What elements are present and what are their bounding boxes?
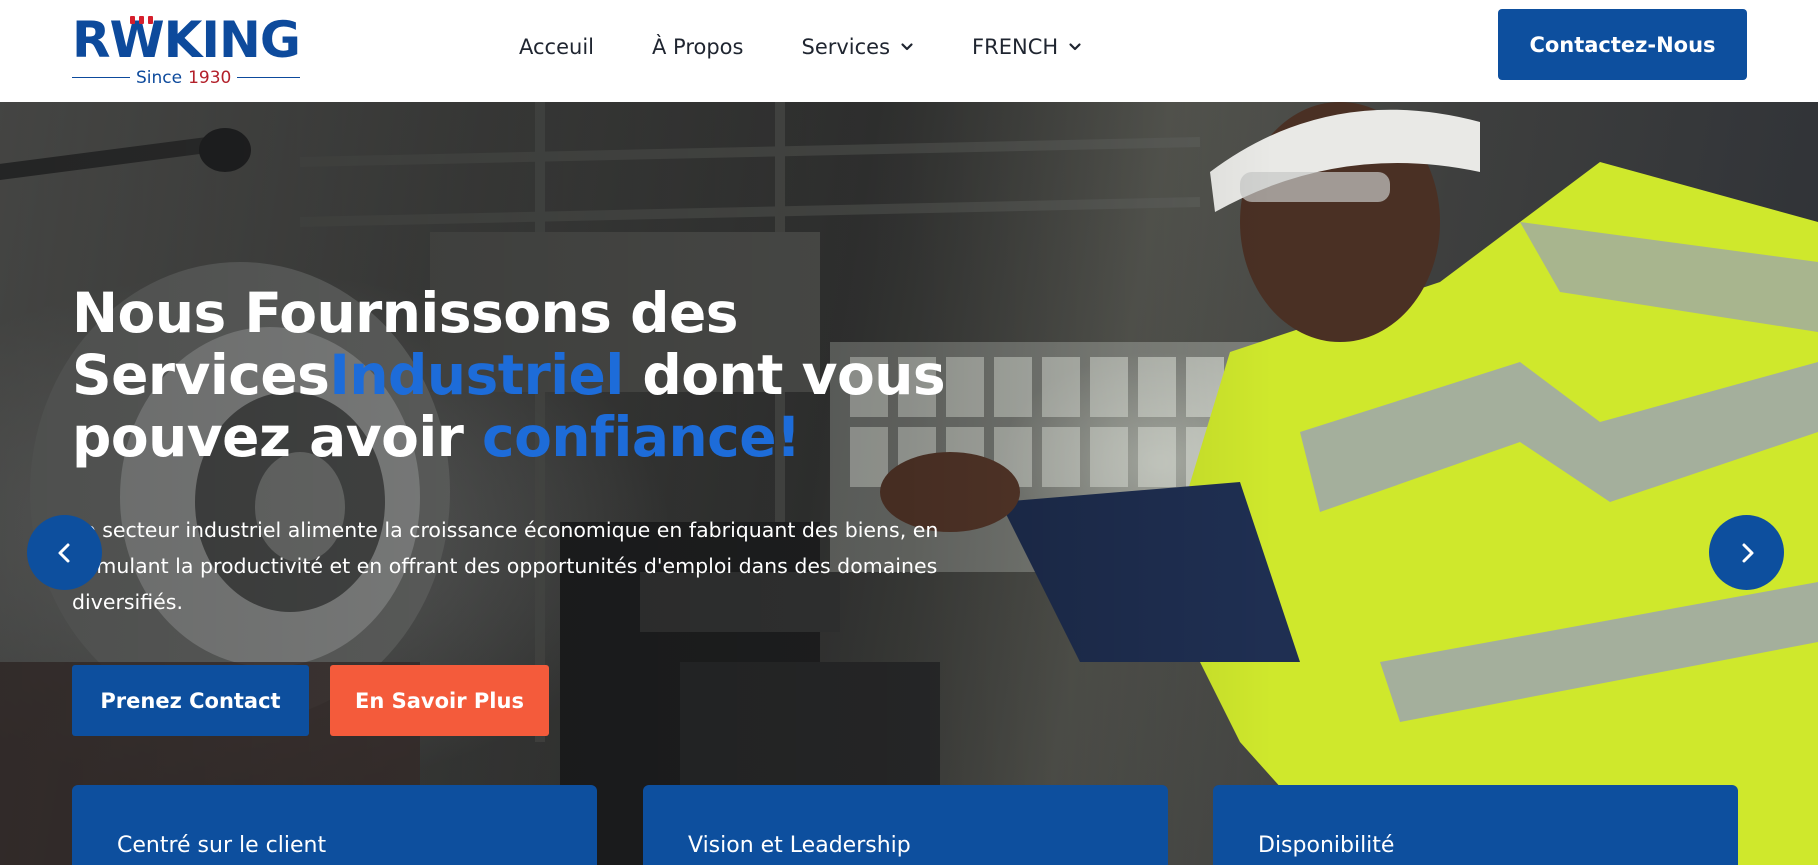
hero-title-line1: Nous Fournissons des [72, 281, 738, 345]
logo-crown-icon [130, 16, 154, 26]
logo-since-word: Since [136, 68, 183, 88]
hero-title-line2b: dont vous [623, 343, 946, 407]
contact-button[interactable]: Contactez-Nous [1498, 9, 1747, 80]
feature-card-title: Disponibilité [1258, 833, 1395, 858]
nav-item-services[interactable]: Services [801, 30, 914, 64]
chevron-left-icon [52, 540, 78, 566]
slider-prev-button[interactable] [27, 515, 102, 590]
hero-title-accent1: Industriel [329, 343, 624, 407]
hero-description: Le secteur industriel alimente la croiss… [72, 518, 939, 614]
chevron-down-icon [900, 40, 914, 54]
hero-title-line3a: pouvez avoir [72, 405, 483, 469]
nav-item-a-propos[interactable]: À Propos [652, 30, 743, 64]
hero-slider: Nous Fournissons des ServicesIndustriel … [0, 102, 1818, 865]
feature-card-title: Vision et Leadership [688, 833, 911, 858]
get-in-touch-button[interactable]: Prenez Contact [72, 665, 309, 736]
nav-item-language[interactable]: FRENCH [972, 30, 1082, 64]
chevron-down-icon [1068, 40, 1082, 54]
logo-since: Since 1930 [130, 67, 238, 89]
hero-title: Nous Fournissons des ServicesIndustriel … [72, 282, 972, 468]
feature-card-vision: Vision et Leadership [643, 785, 1168, 865]
slider-next-button[interactable] [1709, 515, 1784, 590]
main-nav: Acceuil À Propos Services FRENCH [519, 30, 1082, 64]
hero-title-accent2: confiance! [482, 405, 801, 469]
feature-card-client: Centré sur le client [72, 785, 597, 865]
hero-title-line2a: Services [72, 343, 330, 407]
site-header: RWKING Since 1930 Acceuil À Propos Servic… [0, 0, 1818, 102]
rwking-logo[interactable]: RWKING Since 1930 [72, 11, 301, 89]
nav-label: Acceuil [519, 35, 594, 59]
hero-overlay [0, 102, 1818, 865]
nav-label: FRENCH [972, 35, 1059, 59]
chevron-right-icon [1734, 540, 1760, 566]
learn-more-button[interactable]: En Savoir Plus [330, 665, 549, 736]
nav-label: Services [801, 35, 891, 59]
logo-wordmark: RWKING [72, 11, 301, 69]
feature-card-availability: Disponibilité [1213, 785, 1738, 865]
logo-since-year: 1930 [188, 68, 232, 88]
nav-item-acceuil[interactable]: Acceuil [519, 30, 594, 64]
nav-label: À Propos [652, 35, 744, 59]
feature-card-title: Centré sur le client [117, 833, 327, 858]
